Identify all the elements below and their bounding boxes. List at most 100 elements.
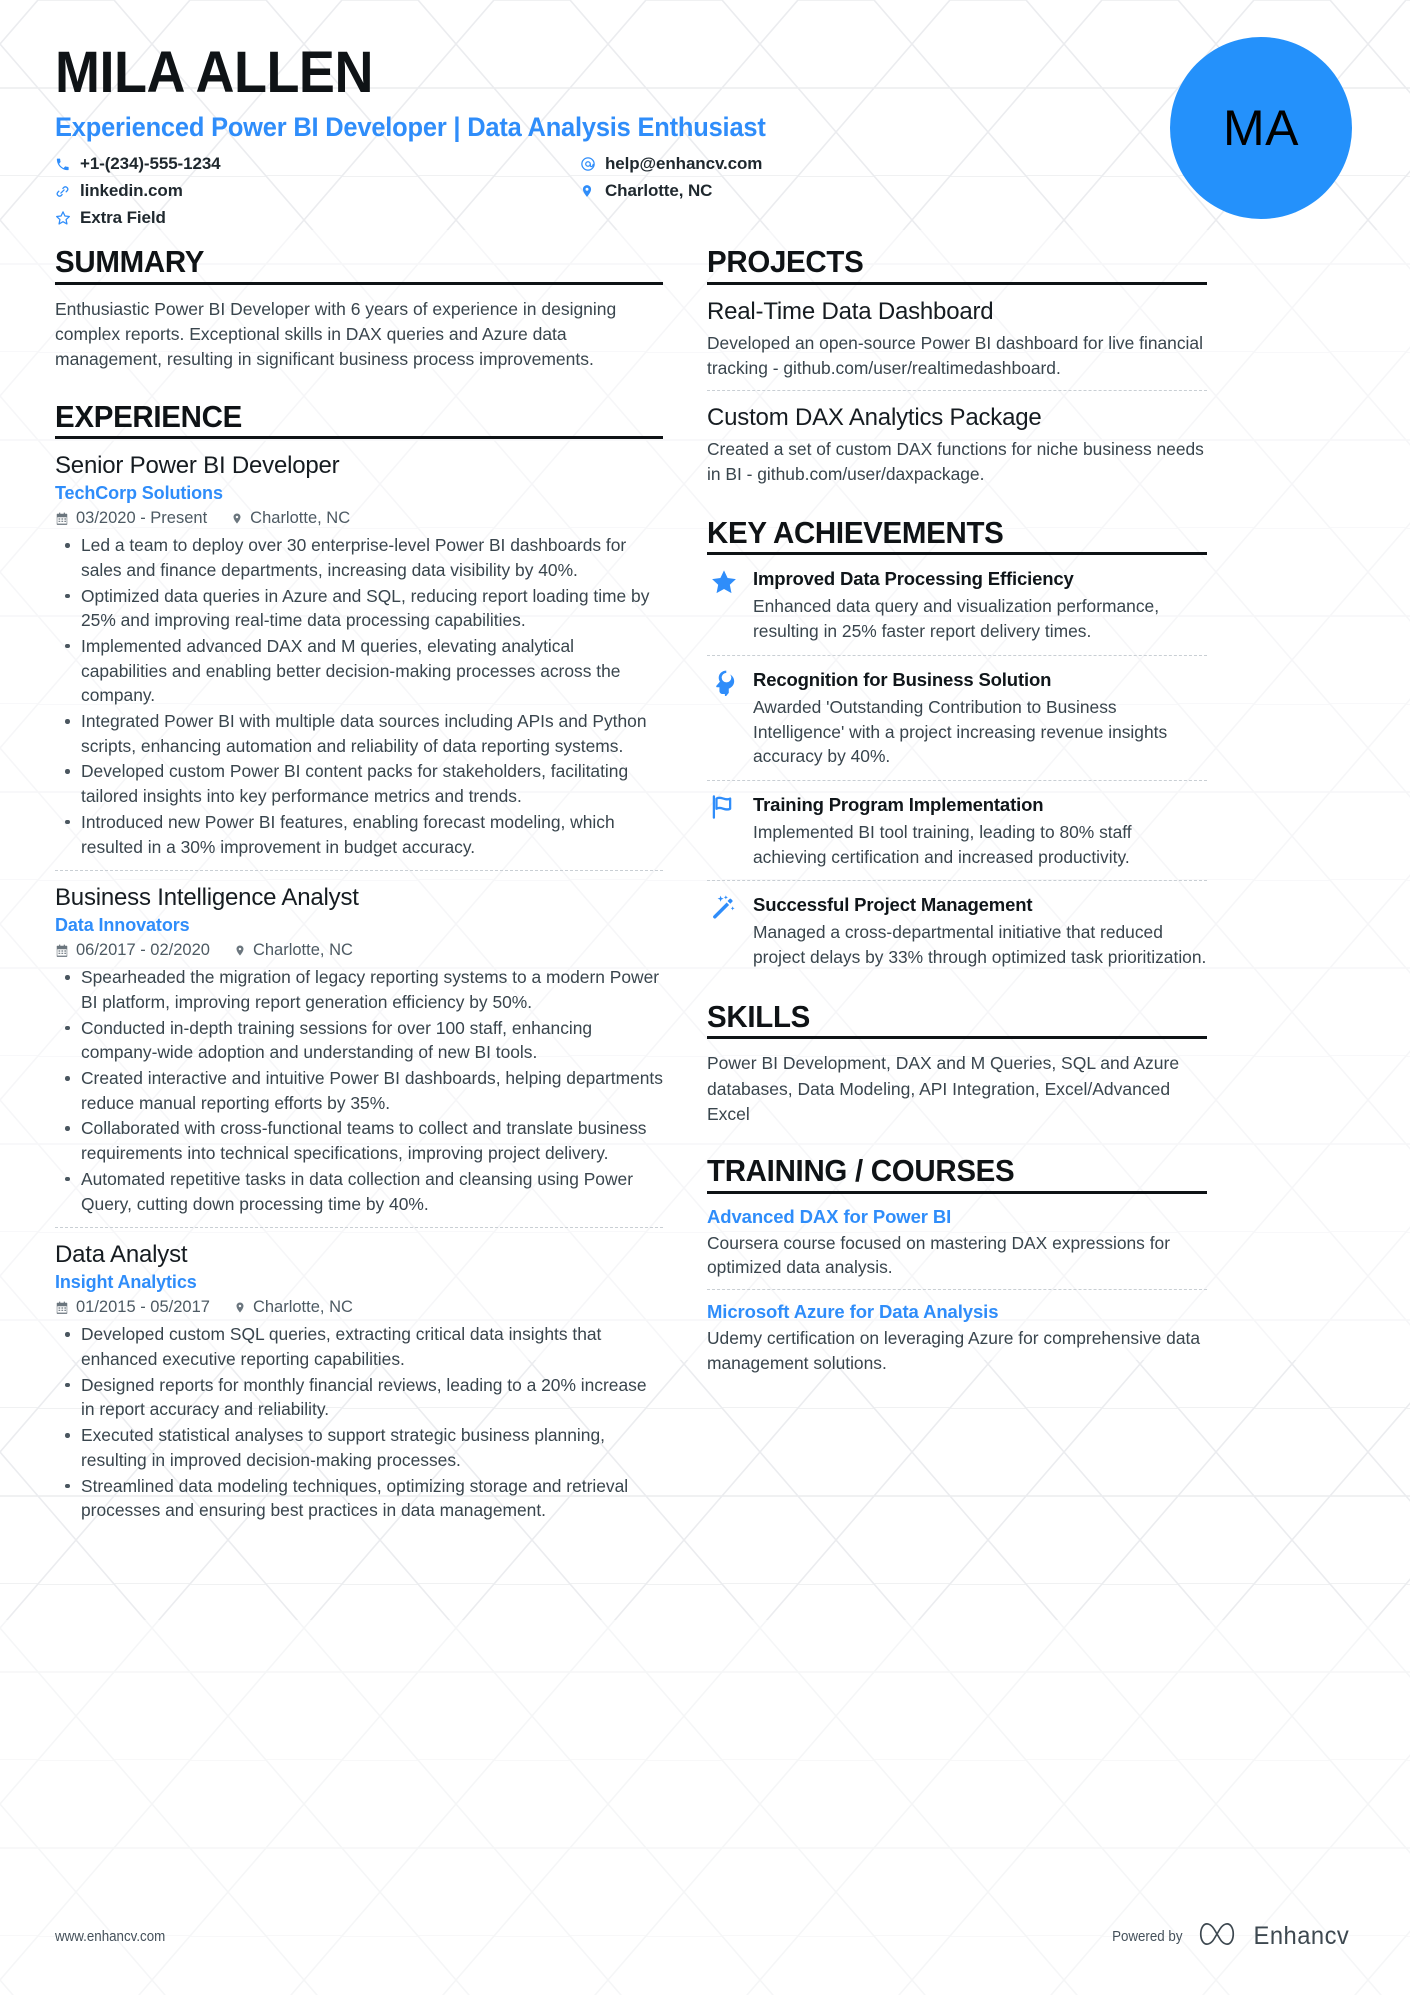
section-summary: SUMMARY Enthusiastic Power BI Developer …	[55, 246, 663, 372]
achievement-title: Recognition for Business Solution	[753, 668, 1052, 690]
email-icon	[580, 156, 602, 172]
experience-location: Charlotte, NC	[250, 509, 351, 528]
page-title: MILA ALLEN	[55, 40, 373, 105]
experience-bullets: Led a team to deploy over 30 enterprise-…	[55, 533, 663, 859]
resume-header: MILA ALLEN Experienced Power BI Develope…	[0, 0, 1410, 228]
footer-branding: Powered by Enhancv	[1109, 1920, 1352, 1953]
experience-meta: 03/2020 - Present Charlotte, NC	[55, 509, 663, 528]
resume-body: SUMMARY Enthusiastic Power BI Developer …	[0, 228, 1410, 1537]
experience-company[interactable]: TechCorp Solutions	[55, 483, 663, 504]
training-name[interactable]: Advanced DAX for Power BI	[707, 1206, 1207, 1228]
section-rule	[707, 1036, 1207, 1040]
achievement-title: Successful Project Management	[753, 894, 1033, 916]
location-icon	[231, 511, 243, 526]
experience-dates: 06/2017 - 02/2020	[76, 941, 210, 960]
resume-footer: www.enhancv.com Powered by Enhancv	[0, 1920, 1410, 1953]
contact-location-value: Charlotte, NC	[605, 181, 713, 201]
head-brain-icon	[707, 668, 741, 769]
achievement-entry: Improved Data Processing Efficiency Enha…	[707, 567, 1207, 654]
section-rule	[707, 282, 1207, 286]
contact-phone[interactable]: +1-(234)-555-1234	[55, 154, 580, 174]
training-description: Coursera course focused on mastering DAX…	[707, 1232, 1171, 1278]
achievement-description: Enhanced data query and visualization pe…	[753, 596, 1160, 642]
location-icon	[580, 183, 602, 199]
experience-role: Senior Power BI Developer	[55, 452, 340, 480]
contact-linkedin-value: linkedin.com	[80, 181, 183, 201]
experience-company[interactable]: Insight Analytics	[55, 1272, 663, 1293]
achievement-title: Training Program Implementation	[753, 793, 1044, 815]
powered-by-label: Powered by	[1111, 1928, 1183, 1945]
magic-wand-icon	[707, 893, 741, 969]
experience-bullets: Spearheaded the migration of legacy repo…	[55, 965, 663, 1216]
achievement-entry: Training Program Implementation Implemen…	[707, 779, 1207, 880]
list-item: Automated repetitive tasks in data colle…	[65, 1167, 663, 1216]
section-title-skills: SKILLS	[707, 998, 811, 1034]
footer-website[interactable]: www.enhancv.com	[55, 1929, 165, 1945]
achievement-description: Awarded 'Outstanding Contribution to Bus…	[753, 696, 1168, 767]
contact-details: +1-(234)-555-1234 help@enhancv.com linke…	[55, 154, 955, 228]
list-item: Executed statistical analyses to support…	[65, 1423, 663, 1472]
project-description: Created a set of custom DAX functions fo…	[707, 439, 1204, 485]
experience-dates-block: 03/2020 - Present	[55, 509, 207, 528]
contact-phone-value: +1-(234)-555-1234	[80, 154, 221, 174]
experience-dates: 03/2020 - Present	[76, 509, 208, 528]
training-entry: Advanced DAX for Power BI Coursera cours…	[707, 1206, 1207, 1289]
section-title-experience: EXPERIENCE	[55, 398, 243, 434]
list-item: Introduced new Power BI features, enabli…	[65, 810, 663, 859]
right-column: PROJECTS Real-Time Data Dashboard Develo…	[707, 246, 1207, 1537]
list-item: Implemented advanced DAX and M queries, …	[65, 634, 663, 708]
experience-dates-block: 06/2017 - 02/2020	[55, 941, 210, 960]
calendar-icon	[55, 1301, 69, 1315]
list-item: Streamlined data modeling techniques, op…	[65, 1474, 663, 1523]
list-item: Spearheaded the migration of legacy repo…	[65, 965, 663, 1014]
calendar-icon	[55, 944, 69, 958]
project-description: Developed an open-source Power BI dashbo…	[707, 333, 1203, 378]
experience-location: Charlotte, NC	[252, 941, 353, 960]
training-entry: Microsoft Azure for Data Analysis Udemy …	[707, 1288, 1207, 1384]
training-name[interactable]: Microsoft Azure for Data Analysis	[707, 1301, 1207, 1323]
list-item: Conducted in-depth training sessions for…	[65, 1016, 663, 1065]
list-item: Integrated Power BI with multiple data s…	[65, 709, 663, 758]
experience-meta: 06/2017 - 02/2020 Charlotte, NC	[55, 941, 663, 960]
enhancv-logo-icon	[1199, 1920, 1241, 1953]
avatar: MA	[1170, 37, 1352, 219]
list-item: Led a team to deploy over 30 enterprise-…	[65, 533, 663, 582]
section-skills: SKILLS Power BI Development, DAX and M Q…	[707, 998, 1207, 1127]
achievement-entry: Recognition for Business Solution Awarde…	[707, 654, 1207, 780]
summary-text: Enthusiastic Power BI Developer with 6 y…	[55, 299, 617, 370]
resume-page: MILA ALLEN Experienced Power BI Develope…	[0, 0, 1410, 1995]
star-icon	[55, 210, 77, 226]
section-title-key-achievements: KEY ACHIEVEMENTS	[707, 514, 1004, 550]
training-description: Udemy certification on leveraging Azure …	[707, 1327, 1200, 1373]
section-title-summary: SUMMARY	[55, 244, 205, 280]
contact-linkedin[interactable]: linkedin.com	[55, 181, 580, 201]
section-rule	[55, 282, 663, 286]
achievement-description: Managed a cross-departmental initiative …	[753, 922, 1207, 968]
achievement-title: Improved Data Processing Efficiency	[753, 568, 1074, 590]
contact-email-value: help@enhancv.com	[605, 154, 763, 174]
experience-company[interactable]: Data Innovators	[55, 915, 663, 936]
section-key-achievements: KEY ACHIEVEMENTS Improved Data Processin…	[707, 514, 1207, 981]
contact-extra-field[interactable]: Extra Field	[55, 208, 580, 228]
experience-entry: Data Analyst Insight Analytics 01/2015 -…	[55, 1227, 663, 1534]
section-rule	[55, 436, 663, 440]
enhancv-brand: Enhancv	[1199, 1920, 1352, 1953]
achievement-description: Implemented BI tool training, leading to…	[753, 822, 1132, 867]
list-item: Collaborated with cross-functional teams…	[65, 1116, 663, 1165]
experience-role: Data Analyst	[55, 1241, 188, 1269]
skills-text: Power BI Development, DAX and M Queries,…	[707, 1053, 1180, 1124]
section-title-projects: PROJECTS	[707, 244, 864, 280]
list-item: Developed custom SQL queries, extracting…	[65, 1322, 663, 1371]
link-icon	[55, 184, 77, 199]
avatar-initials: MA	[1223, 100, 1299, 156]
location-icon	[234, 1300, 246, 1315]
contact-location[interactable]: Charlotte, NC	[580, 181, 955, 201]
project-entry: Real-Time Data Dashboard Developed an op…	[707, 297, 1207, 390]
phone-icon	[55, 157, 77, 172]
contact-email[interactable]: help@enhancv.com	[580, 154, 955, 174]
section-rule	[707, 552, 1207, 556]
project-name: Custom DAX Analytics Package	[707, 404, 1042, 432]
experience-location-block: Charlotte, NC	[234, 941, 353, 960]
section-experience: EXPERIENCE Senior Power BI Developer Tec…	[55, 398, 663, 1534]
calendar-icon	[55, 512, 69, 526]
